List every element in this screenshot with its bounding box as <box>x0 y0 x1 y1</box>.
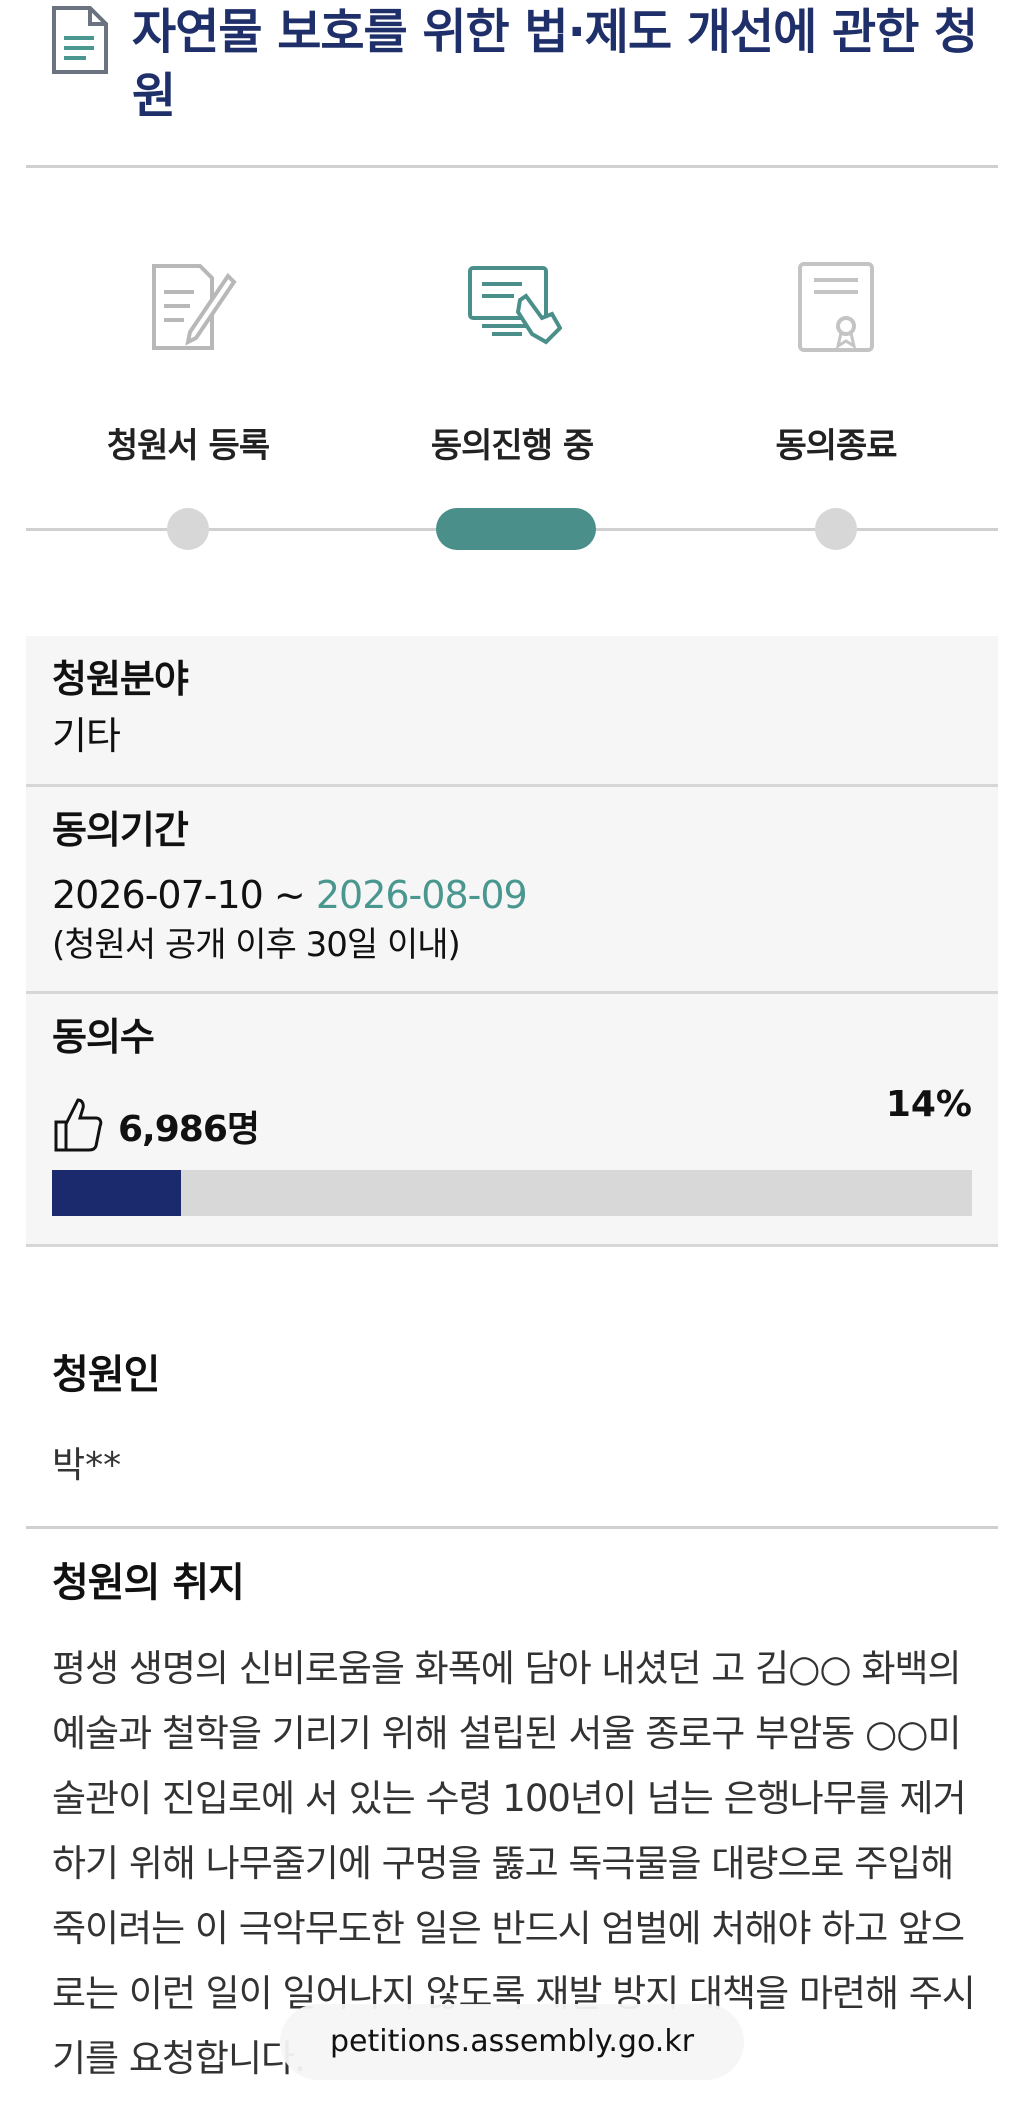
field-row: 청원분야 기타 <box>26 636 998 787</box>
step-dot-completed <box>815 508 857 550</box>
period-note: (청원서 공개 이후 30일 이내) <box>52 925 461 965</box>
petitioner-section: 청원인 박** <box>26 1342 998 1488</box>
count-label: 동의수 <box>52 1015 155 1059</box>
field-value: 기타 <box>52 714 121 758</box>
step-label: 동의진행 중 <box>430 426 594 466</box>
count-row: 동의수 6,986명 14% <box>26 994 998 1247</box>
period-end: 2026-08-09 <box>315 873 528 917</box>
section-divider <box>26 1526 998 1529</box>
purpose-label: 청원의 취지 <box>52 1560 245 1606</box>
step-dot-registration <box>167 508 209 550</box>
step-label: 동의종료 <box>775 426 897 466</box>
certificate-icon <box>798 262 874 352</box>
period-value: 2026-07-10 ~ 2026-08-09 <box>52 869 972 921</box>
period-label: 동의기간 <box>52 808 189 852</box>
period-start: 2026-07-10 ~ <box>52 873 316 917</box>
step-registration: 청원서 등록 <box>26 168 350 468</box>
count-line: 6,986명 14% <box>52 1082 972 1162</box>
petitioner-label: 청원인 <box>52 1352 160 1398</box>
document-pen-icon <box>152 264 237 350</box>
browser-url-bar[interactable]: petitions.assembly.go.kr <box>280 2004 744 2080</box>
document-icon <box>52 6 108 74</box>
agreement-count: 6,986명 <box>118 1109 260 1150</box>
agreement-progress-bar <box>52 1170 972 1216</box>
field-label: 청원분야 <box>52 657 189 701</box>
petition-progress-steps: 청원서 등록 동의진행 중 동의종료 <box>26 168 998 588</box>
step-indicator-active <box>436 508 596 550</box>
petitioner-value: 박** <box>52 1445 122 1486</box>
progress-fill <box>52 1170 181 1216</box>
period-row: 동의기간 2026-07-10 ~ 2026-08-09 (청원서 공개 이후 … <box>26 787 998 994</box>
step-completed: 동의종료 <box>674 168 998 468</box>
petition-info-box: 청원분야 기타 동의기간 2026-07-10 ~ 2026-08-09 (청원… <box>26 636 998 1247</box>
petition-header: 자연물 보호를 위한 법·제도 개선에 관한 청원 <box>26 0 998 168</box>
page-title: 자연물 보호를 위한 법·제도 개선에 관한 청원 <box>132 4 978 124</box>
agreement-percent: 14% <box>885 1084 972 1125</box>
thumbs-up-icon <box>54 1098 103 1152</box>
step-in-progress: 동의진행 중 <box>350 168 674 468</box>
computer-hand-icon <box>468 266 562 345</box>
step-label: 청원서 등록 <box>106 426 270 466</box>
